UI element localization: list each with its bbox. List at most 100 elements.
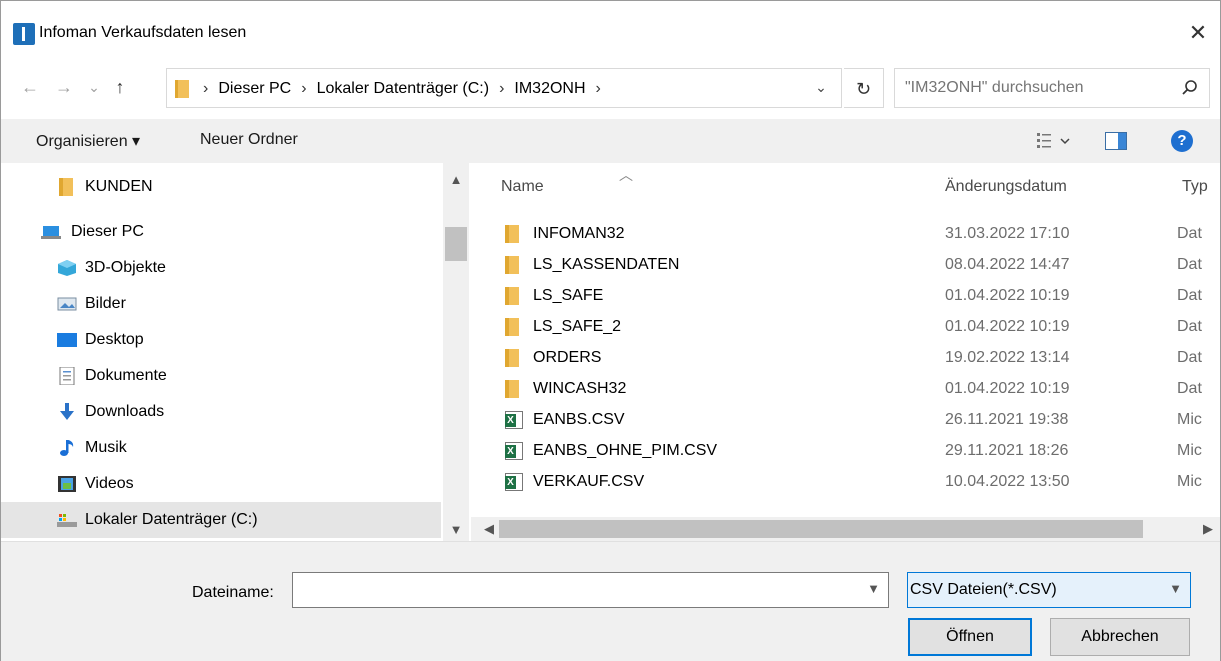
file-date: 01.04.2022 10:19 [945,318,1070,335]
documents-icon [59,367,75,385]
file-list-horizontal-scrollbar[interactable]: ◀ ▶ [471,517,1220,541]
file-row[interactable]: LS_KASSENDATEN 08.04.2022 14:47 Dat [471,250,1220,281]
file-list-pane: ︿ Name Änderungsdatum Typ INFOMAN32 31.0… [471,163,1220,541]
breadcrumb-item-this-pc[interactable]: Dieser PC [218,80,291,98]
forward-arrow-icon[interactable]: → [53,75,75,99]
file-date: 01.04.2022 10:19 [945,380,1070,397]
folder-icon [505,380,519,398]
desktop-icon [57,333,77,347]
file-row[interactable]: EANBS_OHNE_PIM.CSV 29.11.2021 18:26 Mic [471,436,1220,467]
tree-item-label: Musik [85,439,127,456]
folder-icon [505,287,519,305]
downloads-icon [60,403,74,420]
address-dropdown-chevron-icon[interactable]: ⌄ [811,79,831,99]
breadcrumb-item-drive-c[interactable]: Lokaler Datenträger (C:) [317,80,490,98]
breadcrumb-separator[interactable]: › [499,80,504,98]
preview-pane-icon[interactable] [1105,132,1127,150]
open-button[interactable]: Öffnen [908,618,1032,656]
scroll-left-arrow-icon[interactable]: ◀ [477,517,501,541]
tree-item-label: 3D-Objekte [85,259,166,276]
cancel-button[interactable]: Abbrechen [1050,618,1190,656]
file-date: 01.04.2022 10:19 [945,287,1070,304]
navigation-pane: KUNDEN Dieser PC 3D-Objekte Bilder Deskt… [1,163,471,541]
file-name: EANBS.CSV [533,411,625,428]
change-view-icon[interactable] [1037,131,1073,151]
file-date: 10.04.2022 13:50 [945,473,1070,490]
file-name: VERKAUF.CSV [533,473,645,490]
file-row[interactable]: LS_SAFE 01.04.2022 10:19 Dat [471,281,1220,312]
help-icon[interactable]: ? [1171,130,1193,152]
up-arrow-icon[interactable]: ↑ [109,75,131,99]
tree-item-desktop[interactable]: Desktop [1,322,441,358]
new-folder-button[interactable]: Neuer Ordner [200,131,298,149]
file-row[interactable]: INFOMAN32 31.03.2022 17:10 Dat [471,219,1220,250]
file-type: Mic [1177,442,1202,459]
breadcrumb: › Dieser PC › Lokaler Datenträger (C:) ›… [203,80,601,98]
tree-item-documents[interactable]: Dokumente [1,358,441,394]
file-row[interactable]: LS_SAFE_2 01.04.2022 10:19 Dat [471,312,1220,343]
file-date: 29.11.2021 18:26 [945,442,1069,459]
column-header-date[interactable]: Änderungsdatum [945,178,1067,196]
tree-item-music[interactable]: Musik [1,430,441,466]
search-box[interactable] [894,68,1210,108]
address-bar[interactable]: › Dieser PC › Lokaler Datenträger (C:) ›… [166,68,842,108]
3d-objects-icon [58,260,76,276]
file-name: EANBS_OHNE_PIM.CSV [533,442,718,459]
breadcrumb-item-im32onh[interactable]: IM32ONH [514,80,585,98]
file-type: Dat [1177,225,1202,242]
file-name: LS_SAFE [533,287,604,304]
scroll-up-arrow-icon[interactable]: ▲ [443,169,469,191]
tree-item-label: KUNDEN [85,178,153,195]
file-type: Dat [1177,287,1202,304]
tree-item-label: Dokumente [85,367,167,384]
tree-item-local-drive-c[interactable]: Lokaler Datenträger (C:) [1,502,441,538]
file-type: Dat [1177,349,1202,366]
scroll-right-arrow-icon[interactable]: ▶ [1196,517,1220,541]
computer-icon [41,226,61,239]
breadcrumb-separator: › [203,80,209,97]
scroll-down-arrow-icon[interactable]: ▼ [443,519,469,541]
back-arrow-icon[interactable]: ← [19,75,41,99]
organize-menu-button[interactable]: Organisieren ▾ [36,131,140,151]
tree-item-this-pc[interactable]: Dieser PC [1,214,441,250]
tree-item-kunden[interactable]: KUNDEN [1,169,441,205]
tree-item-label: Bilder [85,295,126,312]
file-type-filter-select[interactable]: CSV Dateien(*.CSV) ▼ [907,572,1191,608]
tree-item-label: Lokaler Datenträger (C:) [85,511,258,528]
tree-item-videos[interactable]: Videos [1,466,441,502]
navigation-pane-scrollbar[interactable]: ▲ ▼ [443,163,469,541]
scrollbar-thumb[interactable] [445,227,467,261]
tree-item-pictures[interactable]: Bilder [1,286,441,322]
search-input[interactable] [905,79,1165,97]
folder-icon [505,349,519,367]
chevron-down-icon[interactable]: ▼ [1169,581,1182,596]
file-type: Mic [1177,411,1202,428]
file-row[interactable]: EANBS.CSV 26.11.2021 19:38 Mic [471,405,1220,436]
dialog-footer: Dateiname: ▼ CSV Dateien(*.CSV) ▼ Öffnen… [1,541,1220,661]
file-row[interactable]: VERKAUF.CSV 10.04.2022 13:50 Mic [471,467,1220,498]
file-name: LS_SAFE_2 [533,318,622,335]
tree-item-label: Downloads [85,403,165,420]
scrollbar-thumb[interactable] [499,520,1143,538]
command-bar: Organisieren ▾ Neuer Ordner ? [1,119,1220,163]
file-name: WINCASH32 [533,380,627,397]
tree-item-3d-objects[interactable]: 3D-Objekte [1,250,441,286]
close-button[interactable]: ✕ [1176,15,1220,51]
column-header-name[interactable]: Name [501,178,544,196]
drive-icon [57,514,77,527]
filename-combobox[interactable]: ▼ [292,572,889,608]
refresh-button[interactable]: ↻ [844,68,884,108]
search-icon[interactable] [1181,79,1199,97]
column-header-type[interactable]: Typ [1182,178,1208,196]
breadcrumb-separator[interactable]: › [596,80,601,98]
folder-icon [505,256,519,274]
tree-item-downloads[interactable]: Downloads [1,394,441,430]
file-row[interactable]: WINCASH32 01.04.2022 10:19 Dat [471,374,1220,405]
file-date: 26.11.2021 19:38 [945,411,1069,428]
folder-icon [59,178,73,196]
filename-input[interactable] [299,581,849,599]
breadcrumb-separator[interactable]: › [301,80,306,98]
chevron-down-icon[interactable]: ▼ [867,581,880,596]
file-row[interactable]: ORDERS 19.02.2022 13:14 Dat [471,343,1220,374]
recent-locations-chevron-icon[interactable]: ⌄ [83,75,105,99]
